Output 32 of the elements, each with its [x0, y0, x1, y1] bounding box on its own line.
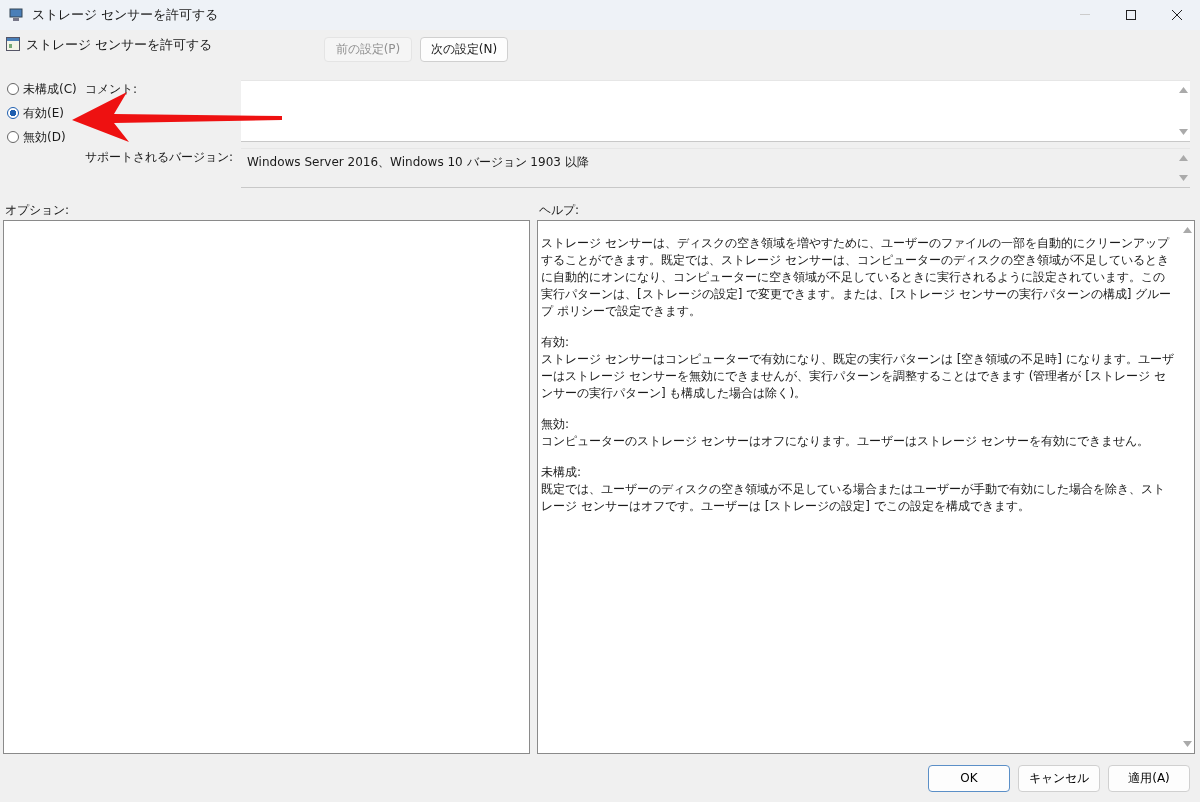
help-paragraph: ストレージ センサーは、ディスクの空き領域を増やすために、ユーザーのファイルの一部を自動的にクリーンアップすることができます。既定では、ストレージ センサーは、コンピューターのディスクの空き領域が不足しているときに自動的にオンになり、コンピューターに空き領域が不足しているときに実行されるように設定されています。この実行パターンは、[ストレージの設定] で変更できます。または、[ストレージ センサーの実行パターンの構成] グループ ポリシーで設定できます。 [541, 235, 1173, 320]
radio-icon[interactable] [7, 107, 19, 119]
nav-button[interactable]: 次の設定(N) [420, 36, 508, 62]
state-radio[interactable]: 有効(E) [7, 106, 64, 120]
options-label: オプション: [5, 202, 71, 219]
dialog-button[interactable]: OK [928, 764, 1010, 792]
radio-icon[interactable] [7, 83, 19, 95]
radio-icon[interactable] [7, 131, 19, 143]
close-icon[interactable] [1172, 10, 1182, 20]
help-label: ヘルプ: [539, 202, 580, 219]
minimize-icon[interactable] [1080, 14, 1090, 16]
supported-value: Windows Server 2016、Windows 10 バージョン 1903 以降 [246, 154, 590, 171]
scroll-up-icon[interactable] [1178, 155, 1188, 161]
help-paragraph: 未構成: 既定では、ユーザーのディスクの空き領域が不足している場合またはユーザーが手動で有効にした場合を除き、ストレージ センサーはオフです。ユーザーは [ストレージの設定] でこの設定を構成できます。 [541, 464, 1166, 515]
scroll-up-icon[interactable] [1178, 87, 1188, 93]
state-radio[interactable]: 未構成(C) [7, 82, 77, 96]
scroll-down-icon[interactable] [1182, 741, 1192, 747]
scroll-up-icon[interactable] [1182, 227, 1192, 233]
policy-title: ストレージ センサーを許可する [26, 36, 214, 54]
help-paragraph: 無効: コンピューターのストレージ センサーはオフになります。ユーザーはストレージ センサーを有効にできません。 [541, 416, 1150, 450]
scroll-down-icon[interactable] [1178, 175, 1188, 181]
supported-label: サポートされるバージョン: [85, 149, 235, 166]
scroll-down-icon[interactable] [1178, 129, 1188, 135]
policy-icon [6, 37, 20, 51]
help-paragraph: 有効: ストレージ センサーはコンピューターで有効になり、既定の実行パターンは [空き領域の不足時] になります。ユーザーはストレージ センサーを無効にできませんが、実行パターンを調整することはできます (管理者が [ストレージ センサーの実行パターン] も構成した場合は除く)。 [541, 334, 1175, 402]
maximize-icon[interactable] [1126, 10, 1136, 20]
window-title: ストレージ センサーを許可する [32, 6, 220, 24]
comment-field[interactable] [241, 80, 1190, 142]
dialog-button[interactable]: キャンセル [1018, 764, 1100, 792]
computer-icon [8, 8, 24, 22]
dialog-button[interactable]: 適用(A) [1108, 764, 1190, 792]
state-radio[interactable]: 無効(D) [7, 130, 66, 144]
